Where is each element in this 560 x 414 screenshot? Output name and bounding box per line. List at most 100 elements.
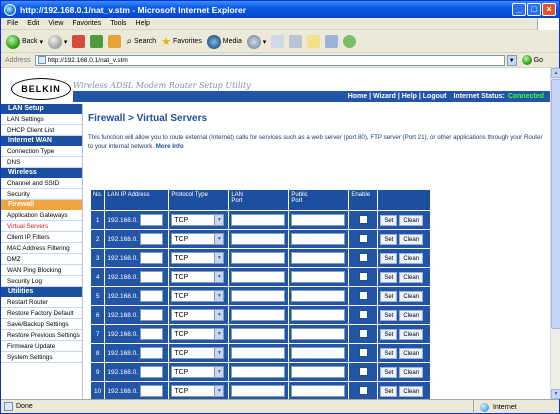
menu-tools[interactable]: Tools xyxy=(110,20,126,27)
menu-edit[interactable]: Edit xyxy=(27,20,39,27)
sidebar-item-wan-ping-blocking[interactable]: WAN Ping Blocking xyxy=(1,265,82,276)
history-button[interactable]: ▾ xyxy=(246,34,266,49)
public-port-input[interactable] xyxy=(291,214,346,226)
sidebar-item-dmz[interactable]: DMZ xyxy=(1,254,82,265)
enable-checkbox[interactable] xyxy=(358,271,368,281)
protocol-select[interactable]: TCP ▼ xyxy=(171,385,225,397)
scroll-thumb[interactable] xyxy=(551,79,560,329)
close-button[interactable]: × xyxy=(542,3,556,16)
favorites-button[interactable]: ★ Favorites xyxy=(161,35,202,48)
sidebar-item-mac-address-filtering[interactable]: MAC Address Filtering xyxy=(1,243,82,254)
enable-checkbox[interactable] xyxy=(358,366,368,376)
print-button[interactable] xyxy=(289,35,303,48)
public-port-input[interactable] xyxy=(291,347,346,359)
sidebar-item-application-gateways[interactable]: Application Gateways xyxy=(1,210,82,221)
set-button[interactable]: Set xyxy=(380,347,398,359)
sidebar-item-client-ip-filters[interactable]: Client IP Filters xyxy=(1,232,82,243)
sidebar-item-dhcp-client-list[interactable]: DHCP Client List xyxy=(1,125,82,136)
sidebar-item-restore-previous-settings[interactable]: Restore Previous Settings xyxy=(1,330,82,341)
clean-button[interactable]: Clean xyxy=(399,309,424,321)
public-port-input[interactable] xyxy=(291,271,346,283)
protocol-select[interactable]: TCP ▼ xyxy=(171,309,225,321)
sidebar-item-security-log[interactable]: Security Log xyxy=(1,276,82,287)
enable-checkbox[interactable] xyxy=(358,328,368,338)
lan-port-input[interactable] xyxy=(231,385,286,397)
ip-last-octet-input[interactable] xyxy=(140,214,164,226)
back-button[interactable]: Back ▾ xyxy=(6,34,43,49)
public-port-input[interactable] xyxy=(291,385,346,397)
discuss-button[interactable] xyxy=(325,35,339,48)
set-button[interactable]: Set xyxy=(380,328,398,340)
lan-port-input[interactable] xyxy=(231,366,286,378)
public-port-input[interactable] xyxy=(291,252,346,264)
enable-checkbox[interactable] xyxy=(358,385,368,395)
messenger-button[interactable] xyxy=(343,35,357,48)
enable-checkbox[interactable] xyxy=(358,309,368,319)
clean-button[interactable]: Clean xyxy=(399,347,424,359)
lan-port-input[interactable] xyxy=(231,328,286,340)
ip-last-octet-input[interactable] xyxy=(140,347,164,359)
clean-button[interactable]: Clean xyxy=(399,271,424,283)
address-dropdown-button[interactable]: ▼ xyxy=(506,54,517,66)
ip-last-octet-input[interactable] xyxy=(140,290,164,302)
public-port-input[interactable] xyxy=(291,290,346,302)
minimize-button[interactable]: _ xyxy=(512,3,526,16)
stop-button[interactable] xyxy=(72,35,86,48)
set-button[interactable]: Set xyxy=(380,252,398,264)
set-button[interactable]: Set xyxy=(380,233,398,245)
menu-file[interactable]: File xyxy=(7,20,18,27)
enable-checkbox[interactable] xyxy=(358,214,368,224)
sidebar-item-save-backup-settings[interactable]: Save/Backup Settings xyxy=(1,319,82,330)
address-input[interactable]: http://192.168.0.1/nat_v.stm xyxy=(34,54,505,66)
menu-view[interactable]: View xyxy=(48,20,63,27)
set-button[interactable]: Set xyxy=(380,214,398,226)
sidebar-item-lan-settings[interactable]: LAN Settings xyxy=(1,114,82,125)
sidebar-item-restart-router[interactable]: Restart Router xyxy=(1,297,82,308)
scroll-down-button[interactable]: ▼ xyxy=(551,389,560,399)
edit-button[interactable] xyxy=(307,35,321,48)
clean-button[interactable]: Clean xyxy=(399,290,424,302)
lan-port-input[interactable] xyxy=(231,214,286,226)
clean-button[interactable]: Clean xyxy=(399,385,424,397)
public-port-input[interactable] xyxy=(291,366,346,378)
protocol-select[interactable]: TCP ▼ xyxy=(171,290,225,302)
public-port-input[interactable] xyxy=(291,328,346,340)
clean-button[interactable]: Clean xyxy=(399,328,424,340)
clean-button[interactable]: Clean xyxy=(399,366,424,378)
clean-button[interactable]: Clean xyxy=(399,233,424,245)
ip-last-octet-input[interactable] xyxy=(140,366,164,378)
sidebar-item-channel-and-ssid[interactable]: Channel and SSID xyxy=(1,178,82,189)
sidebar-item-firmware-update[interactable]: Firmware Update xyxy=(1,341,82,352)
menu-favorites[interactable]: Favorites xyxy=(72,20,101,27)
menu-help[interactable]: Help xyxy=(136,20,150,27)
protocol-select[interactable]: TCP ▼ xyxy=(171,328,225,340)
lan-port-input[interactable] xyxy=(231,271,286,283)
more-info-link[interactable]: More Info xyxy=(156,143,184,150)
sidebar-item-security[interactable]: Security xyxy=(1,189,82,200)
public-port-input[interactable] xyxy=(291,233,346,245)
protocol-select[interactable]: TCP ▼ xyxy=(171,214,225,226)
media-button[interactable]: Media xyxy=(206,34,242,49)
search-button[interactable]: ⌕ Search xyxy=(126,36,156,47)
sidebar-item-virtual-servers[interactable]: Virtual Servers xyxy=(1,221,82,232)
enable-checkbox[interactable] xyxy=(358,233,368,243)
top-nav-links[interactable]: Home | Wizard | Help | Logout xyxy=(348,93,447,100)
enable-checkbox[interactable] xyxy=(358,347,368,357)
sidebar-item-connection-type[interactable]: Connection Type xyxy=(1,146,82,157)
lan-port-input[interactable] xyxy=(231,290,286,302)
mail-button[interactable] xyxy=(271,35,285,48)
vertical-scrollbar[interactable]: ▲ ▼ xyxy=(550,68,560,399)
enable-checkbox[interactable] xyxy=(358,290,368,300)
protocol-select[interactable]: TCP ▼ xyxy=(171,271,225,283)
clean-button[interactable]: Clean xyxy=(399,252,424,264)
set-button[interactable]: Set xyxy=(380,366,398,378)
set-button[interactable]: Set xyxy=(380,385,398,397)
sidebar-item-system-settings[interactable]: System Settings xyxy=(1,352,82,363)
protocol-select[interactable]: TCP ▼ xyxy=(171,252,225,264)
ip-last-octet-input[interactable] xyxy=(140,252,164,264)
lan-port-input[interactable] xyxy=(231,233,286,245)
ip-last-octet-input[interactable] xyxy=(140,271,164,283)
protocol-select[interactable]: TCP ▼ xyxy=(171,366,225,378)
maximize-button[interactable]: □ xyxy=(527,3,541,16)
set-button[interactable]: Set xyxy=(380,309,398,321)
